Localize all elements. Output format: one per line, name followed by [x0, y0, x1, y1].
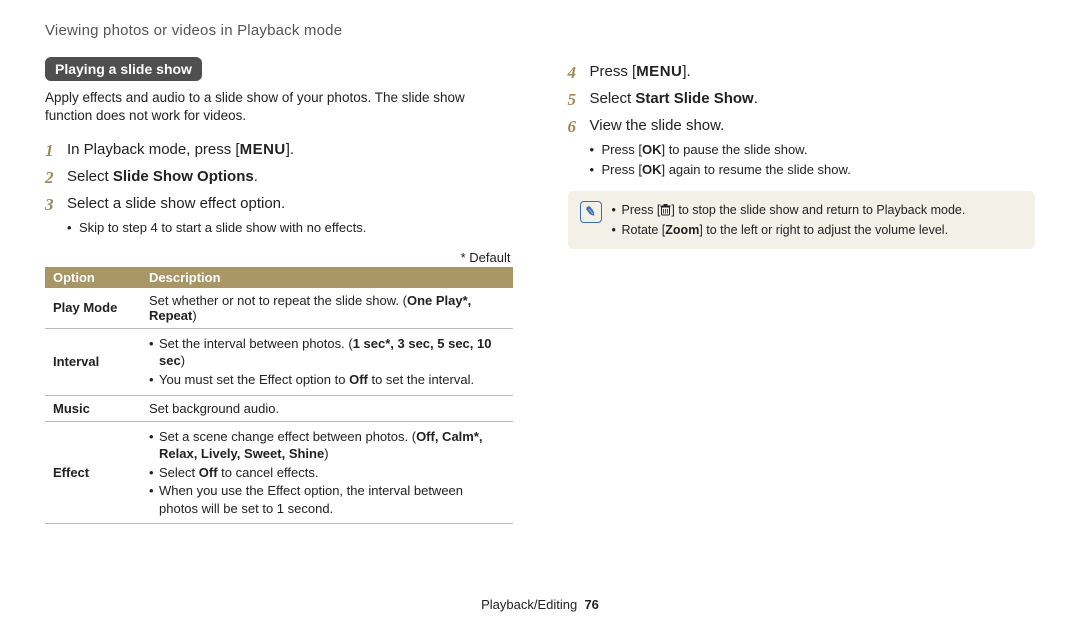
default-marker: * Default: [45, 250, 511, 265]
options-table: Option Description Play Mode Set whether…: [45, 267, 513, 524]
table-row: Interval Set the interval between photos…: [45, 328, 513, 395]
col-description-header: Description: [141, 267, 513, 288]
section-badge: Playing a slide show: [45, 57, 202, 81]
manual-page: Viewing photos or videos in Playback mod…: [0, 0, 1080, 524]
step-3-sub: Skip to step 4 to start a slide show wit…: [67, 218, 513, 238]
table-row: Play Mode Set whether or not to repeat t…: [45, 288, 513, 329]
tip-box: ✎ Press [] to stop the slide show and re…: [568, 191, 1036, 249]
menu-icon: MENU: [636, 63, 682, 80]
step-3: Select a slide show effect option. Skip …: [45, 193, 513, 238]
table-row: Music Set background audio.: [45, 395, 513, 421]
steps-left: In Playback mode, press [MENU]. Select S…: [45, 139, 513, 238]
section-intro: Apply effects and audio to a slide show …: [45, 89, 513, 125]
step-6: View the slide show. Press [OK] to pause…: [568, 115, 1036, 179]
trash-icon: [660, 203, 671, 221]
table-row: Effect Set a scene change effect between…: [45, 421, 513, 524]
step-6-sub1: Press [OK] to pause the slide show.: [590, 140, 1036, 160]
step-1: In Playback mode, press [MENU].: [45, 139, 513, 160]
tip-line-2: Rotate [Zoom] to the left or right to ad…: [612, 221, 966, 239]
tip-line-1: Press [] to stop the slide show and retu…: [612, 201, 966, 221]
step-2: Select Slide Show Options.: [45, 166, 513, 187]
ok-icon: OK: [642, 162, 662, 177]
right-column: Press [MENU]. Select Start Slide Show. V…: [568, 57, 1036, 524]
menu-icon: MENU: [240, 141, 286, 158]
two-column-layout: Playing a slide show Apply effects and a…: [45, 57, 1035, 524]
info-icon: ✎: [580, 201, 602, 223]
steps-right: Press [MENU]. Select Start Slide Show. V…: [568, 61, 1036, 179]
step-6-sub2: Press [OK] again to resume the slide sho…: [590, 160, 1036, 180]
breadcrumb: Viewing photos or videos in Playback mod…: [45, 22, 1035, 39]
col-option-header: Option: [45, 267, 141, 288]
page-footer: Playback/Editing 76: [0, 597, 1080, 612]
ok-icon: OK: [642, 142, 662, 157]
step-4: Press [MENU].: [568, 61, 1036, 82]
step-5: Select Start Slide Show.: [568, 88, 1036, 109]
left-column: Playing a slide show Apply effects and a…: [45, 57, 513, 524]
